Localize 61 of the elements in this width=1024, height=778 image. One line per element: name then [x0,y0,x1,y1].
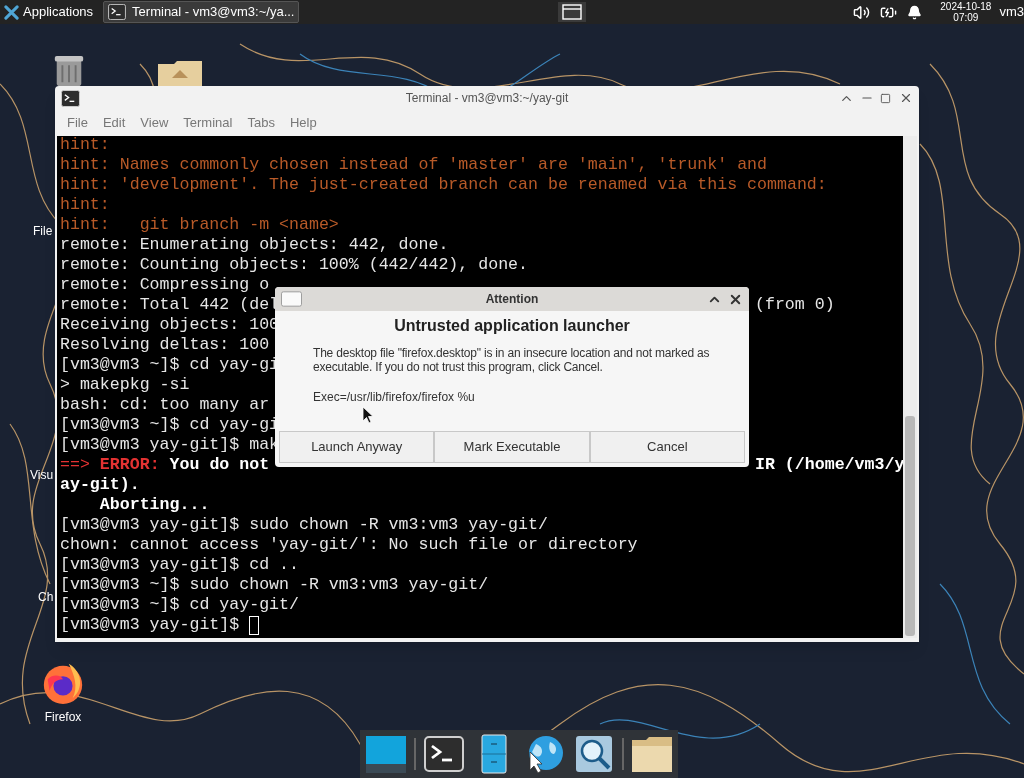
terminal-line: hint: [60,193,110,216]
taskbar-button[interactable]: Terminal - vm3@vm3:~/ya... [103,1,300,23]
search-icon [574,734,614,774]
terminal-icon [108,4,127,20]
terminal-line: > makepkg -si [60,373,190,396]
close-icon[interactable] [899,91,913,105]
menu-item[interactable]: Tabs [247,113,275,133]
terminal-line: remote: Compressing o [60,273,270,296]
terminal-line: ==> ERROR: You do not [60,453,270,476]
terminal-line: Resolving deltas: 100 [60,333,270,356]
terminal-line: hint: git branch -m <name> [60,213,339,236]
dialog-button[interactable]: Cancel [589,431,745,463]
dialog-button[interactable]: Mark Executable [434,431,590,463]
dialog-title: Attention [485,291,539,308]
desktop-icon-label[interactable]: Ch [38,588,54,606]
terminal-icon [424,734,464,774]
window-list-icon[interactable] [557,1,588,23]
desktop-icon-label[interactable]: Firefox [44,708,82,726]
exec-line: Exec=/usr/lib/firefox/firefox %u [313,389,475,406]
folder-icon[interactable] [156,60,204,86]
terminal-line: [vm3@vm3 yay-git]$ sudo chown -R vm3:vm3 yay-git/ [60,513,548,536]
dialog-button[interactable]: Launch Anyway [279,431,435,463]
maximize-icon[interactable] [880,92,891,104]
terminal-line: bash: cd: too many ar [60,393,270,416]
terminal-line: chown: cannot access 'yay-git/': No such file or directory [60,533,638,556]
terminal-line: [vm3@vm3 yay-git]$ [60,613,241,636]
folder-icon [630,734,674,774]
terminal-line: hint: 'development'. The just-created branch can be renamed via this command: [60,173,827,196]
applications-menu[interactable]: Applications [0,0,98,24]
terminal-line: remote: Counting objects: 100% (442/442), done. [60,253,529,276]
terminal-icon [61,89,80,107]
dialog-heading: Untrusted application launcher [393,316,631,336]
terminal-line: remote: Enumerating objects: 442, done. [60,233,449,256]
time-text[interactable]: 07:09 [953,12,979,23]
terminal-line: hint: Names commonly chosen instead of 'master' are 'main', 'trunk' and [60,153,767,176]
terminal-line: [vm3@vm3 ~]$ sudo chown -R vm3:vm3 yay-git/ [60,573,489,596]
volume-icon[interactable] [853,3,871,21]
user-name[interactable]: vm3 [999,2,1024,22]
menu-item[interactable]: Terminal [183,113,233,133]
window-icon [281,291,302,307]
trash-icon[interactable] [52,54,86,88]
terminal-line: ay-git). [60,473,140,496]
date-text[interactable]: 2024-10-18 [940,1,992,12]
desktop-icon-label[interactable]: Visu [30,466,54,484]
desktop-icon-label[interactable]: File [33,222,53,240]
terminal-line: [vm3@vm3 yay-git]$ cd .. [60,553,299,576]
terminal-line: Aborting... [98,493,210,516]
mouse-cursor-icon [362,406,374,424]
logo-icon [4,4,19,20]
dialog-message: The desktop file "firefox.desktop" is in an insecure location and not marked as executable. If you do not trust this program, click Cancel. [313,346,711,374]
scrollbar[interactable] [903,136,917,638]
terminal-line: [vm3@vm3 ~]$ cd yay-git/ [60,593,299,616]
menu-item[interactable]: View [140,113,169,133]
terminal-line: hint: [60,136,110,156]
desktop-icon [366,734,406,774]
menu-item[interactable]: File [67,113,88,133]
menu-item[interactable]: Help [289,113,317,133]
menu-item[interactable]: Edit [102,113,126,133]
terminal-line: (from 0) [755,293,835,316]
window-title: Terminal - vm3@vm3:~/yay-git [405,90,569,107]
notification-icon[interactable] [907,4,923,20]
